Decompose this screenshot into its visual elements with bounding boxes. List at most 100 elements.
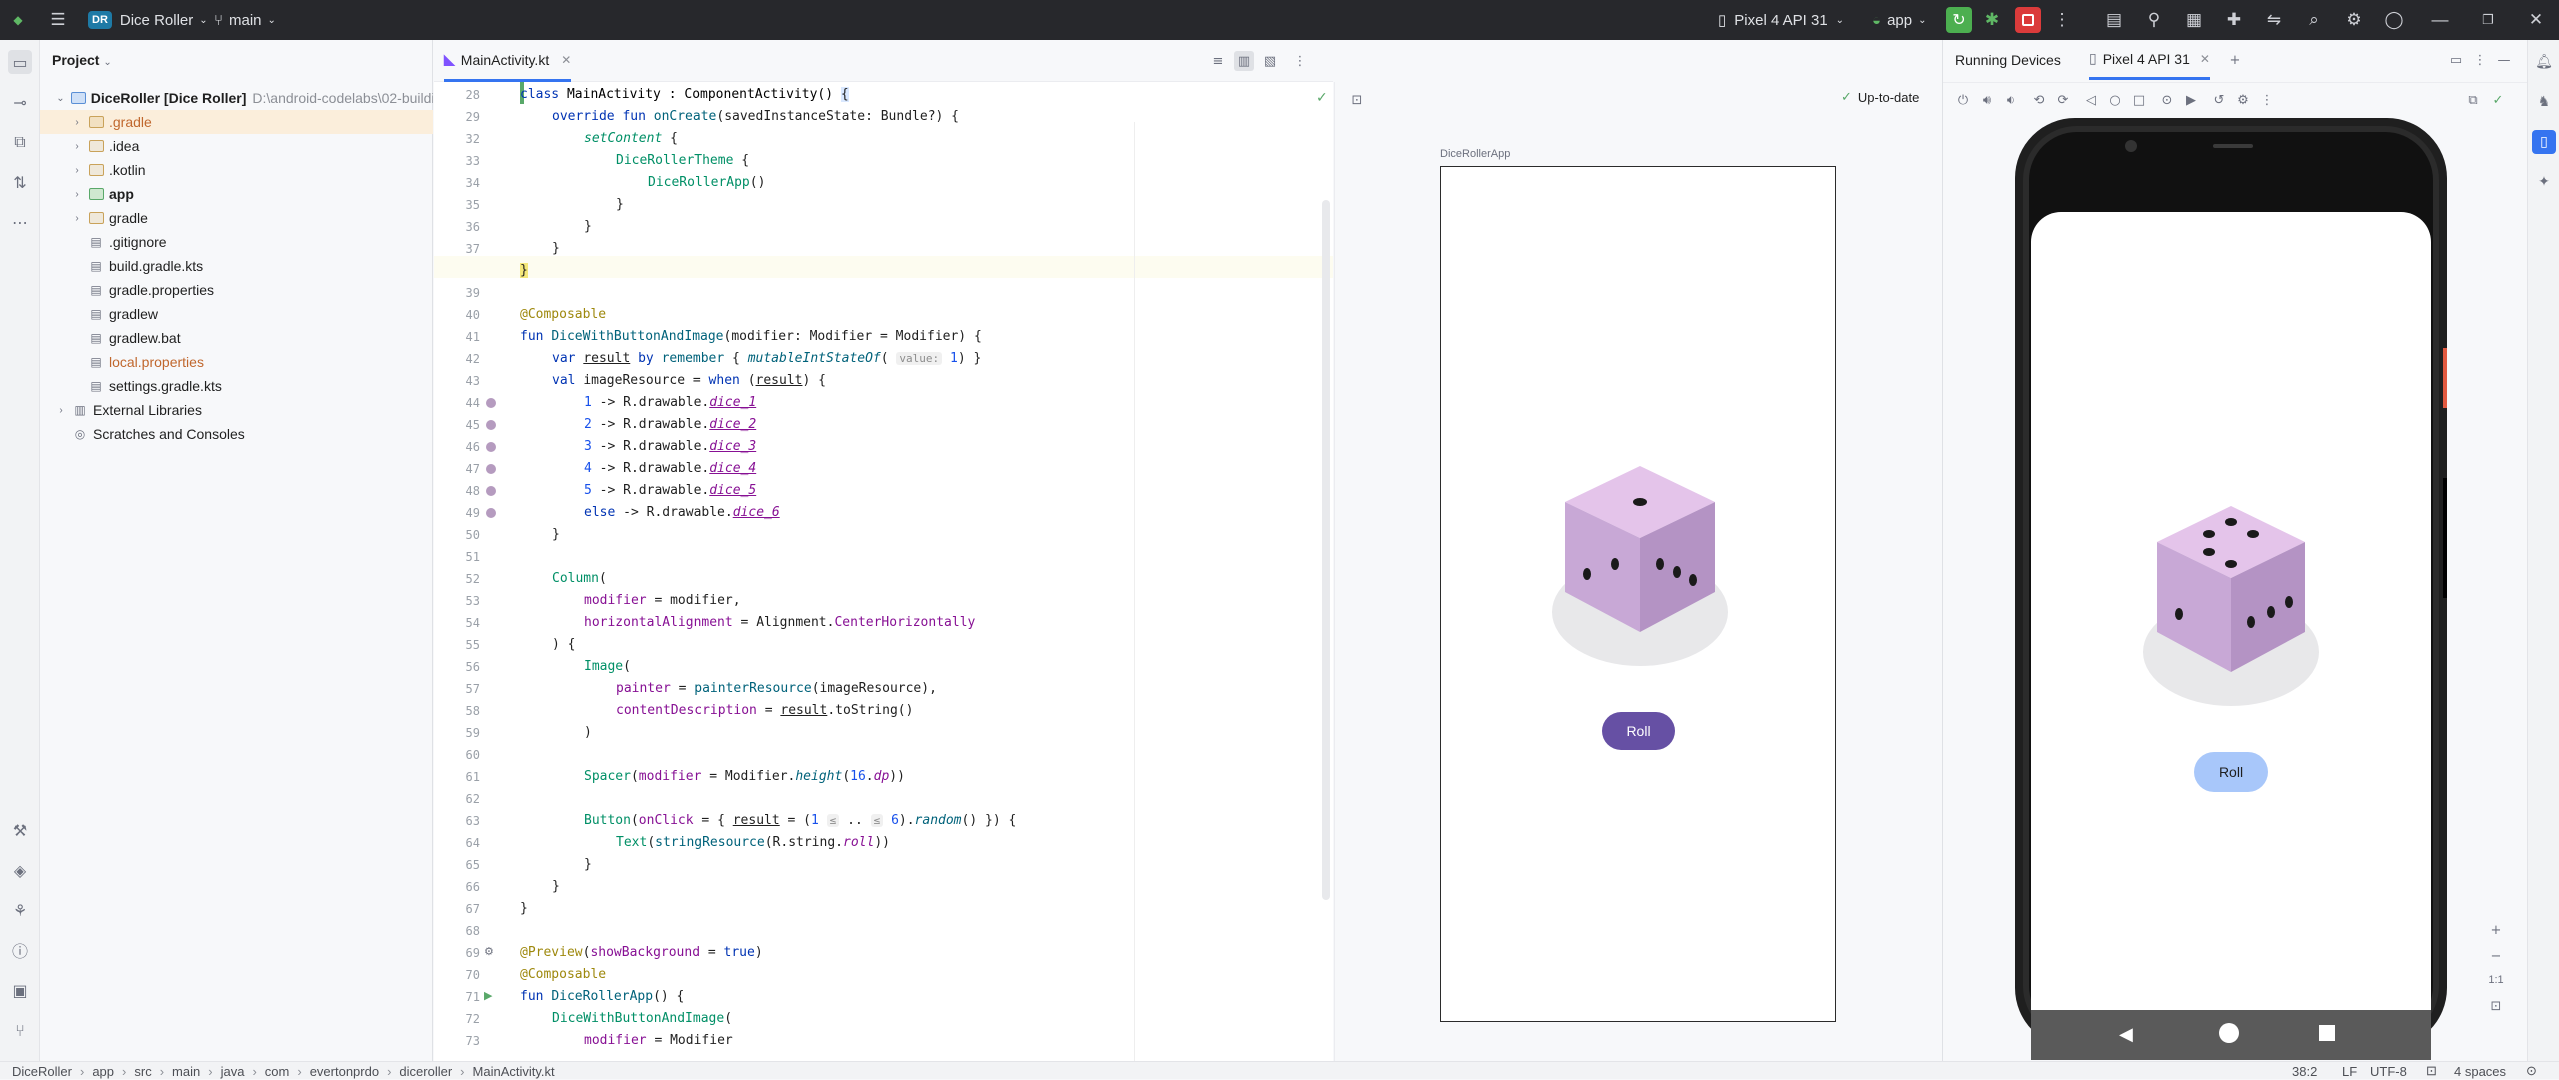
account-icon[interactable]: ◯ [2382,8,2406,32]
hide-panel-icon[interactable]: — [2494,50,2514,70]
drawable-resource-icon[interactable] [486,464,496,474]
more-actions-icon[interactable]: ⋮ [2050,8,2074,32]
caret-position[interactable]: 38:2 [2292,1062,2317,1080]
screen-record-icon[interactable]: ▶ [2181,90,2201,110]
tree-item[interactable]: › .kotlin [40,158,433,182]
expand-arrow-icon[interactable]: › [54,405,68,416]
breadcrumb-item[interactable]: MainActivity.kt [473,1064,555,1079]
running-devices-tool-icon[interactable]: ▯ [2532,130,2556,154]
version-control-icon[interactable]: ⑂ [8,1018,32,1042]
minimize-icon[interactable]: — [2428,8,2452,32]
tab-main-activity[interactable]: ◣ MainActivity.kt ✕ [444,40,572,82]
file-encoding[interactable]: UTF-8 [2370,1062,2407,1080]
debug-button[interactable]: ✱ [1980,8,2004,32]
tree-item[interactable]: ▤ gradle.properties [40,278,433,302]
settings-gear-icon[interactable]: ⚙ [2342,8,2366,32]
device-manager-icon[interactable]: ▤ [2102,8,2126,32]
nav-back-icon[interactable]: ◀ [2119,1024,2133,1045]
breadcrumb-item[interactable]: app [92,1064,114,1079]
preview-frame[interactable]: Roll [1440,166,1836,1022]
app-inspection-icon[interactable]: ⚲ [2142,8,2166,32]
tab-device[interactable]: ▯ Pixel 4 API 31 ✕ [2089,40,2210,80]
volume-up-icon[interactable]: 🔊︎ [1977,90,1997,110]
breadcrumb-item[interactable]: evertonprdo [310,1064,379,1079]
breadcrumb-item[interactable]: src [134,1064,151,1079]
project-tool-icon[interactable]: ▭ [8,50,32,74]
nav-overview-icon[interactable] [2319,1025,2335,1041]
build-icon[interactable]: ⚒ [8,818,32,842]
preview-toolbar-icon[interactable]: ⊡ [1347,90,1367,110]
breadcrumb-item[interactable]: DiceRoller [12,1064,72,1079]
rotate-right-icon[interactable]: ⟳ [2053,90,2073,110]
drawable-resource-icon[interactable] [486,486,496,496]
back-icon[interactable]: ◁ [2081,90,2101,110]
maximize-icon[interactable]: ❐ [2476,8,2500,32]
drawable-resource-icon[interactable] [486,420,496,430]
window-layout-icon[interactable]: ▭ [2446,50,2466,70]
expand-arrow-icon[interactable]: › [70,165,84,176]
volume-down-icon[interactable]: 🔉︎ [2001,90,2021,110]
close-icon[interactable]: ✕ [2524,8,2548,32]
tree-item[interactable]: ▤ gradlew [40,302,433,326]
expand-arrow-icon[interactable]: › [70,213,84,224]
gem-icon[interactable]: ◈ [8,858,32,882]
close-tab-icon[interactable]: ✕ [561,53,571,67]
zoom-in-icon[interactable]: + [2486,920,2506,940]
rotate-left-icon[interactable]: ⟲ [2029,90,2049,110]
tree-item[interactable]: ▤ gradlew.bat [40,326,433,350]
tree-item[interactable]: › ▥ External Libraries [40,398,433,422]
design-view-icon[interactable]: ▧ [1260,51,1280,71]
zoom-fit-icon[interactable]: ⊡ [2486,996,2506,1016]
nav-home-icon[interactable] [2219,1023,2239,1043]
readonly-lock-icon[interactable]: ⊡ [2426,1062,2437,1080]
tree-item[interactable]: › .gradle [40,110,433,134]
project-switcher[interactable]: DR Dice Roller ⌄ [88,0,208,40]
breadcrumb-item[interactable]: com [265,1064,290,1079]
add-device-icon[interactable]: + [2225,50,2245,70]
line-separator[interactable]: LF [2342,1062,2357,1080]
power-icon[interactable]: ⏻ [1953,90,1973,110]
stop-button[interactable] [2015,7,2041,33]
commit-icon[interactable]: ⊸ [8,90,32,114]
snapshot-icon[interactable]: ↺ [2209,90,2229,110]
drawable-resource-icon[interactable] [486,398,496,408]
breadcrumb-item[interactable]: diceroller [399,1064,452,1079]
tree-item[interactable]: › .idea [40,134,433,158]
project-panel-title[interactable]: Project ⌄ [52,52,112,68]
drawable-resource-icon[interactable] [486,442,496,452]
device-screen[interactable]: Roll ◀ [2031,212,2431,1060]
code-area[interactable]: class MainActivity : ComponentActivity()… [520,82,1310,1061]
layout-inspector-icon[interactable]: ▦ [2182,8,2206,32]
app-quality-icon[interactable]: ⚘ [8,898,32,922]
tree-item[interactable]: ▤ local.properties [40,350,433,374]
main-menu-icon[interactable]: ☰ [46,8,70,32]
code-view-icon[interactable]: ≡ [1208,51,1228,71]
device-settings-icon[interactable]: ⚙ [2233,90,2253,110]
editor-options-icon[interactable]: ⋮ [1290,51,1310,71]
more-tools-icon[interactable]: ⋯ [8,210,32,234]
pull-requests-icon[interactable]: ⇅ [8,170,32,194]
overview-icon[interactable]: □ [2129,90,2149,110]
tree-item[interactable]: ▤ settings.gradle.kts [40,374,433,398]
tree-item[interactable]: › gradle [40,206,433,230]
breadcrumb-item[interactable]: java [221,1064,245,1079]
split-view-icon[interactable]: ▥ [1234,51,1254,71]
device-roll-button[interactable]: Roll [2194,752,2268,792]
expand-arrow-icon[interactable]: › [70,117,84,128]
tree-item[interactable]: ▤ .gitignore [40,230,433,254]
close-tab-icon[interactable]: ✕ [2200,52,2210,66]
expand-arrow-icon[interactable]: › [70,189,84,200]
zoom-out-icon[interactable]: − [2486,946,2506,966]
editor-scrollbar[interactable] [1322,200,1330,900]
device-selector[interactable]: ▯ Pixel 4 API 31 ⌄ [1718,0,1844,40]
expand-arrow-icon[interactable]: › [70,141,84,152]
gradle-icon[interactable]: ♞ [2532,90,2556,114]
rerun-button[interactable]: ↻ [1946,7,1972,33]
problems-icon[interactable]: ⓘ [8,938,32,962]
search-icon[interactable]: ⌕ [2302,8,2326,32]
gemini-icon[interactable]: ✦ [2532,170,2556,194]
zoom-actual-size[interactable]: 1:1 [2486,974,2506,986]
breadcrumb-item[interactable]: main [172,1064,200,1079]
structure-icon[interactable]: ⧉ [8,130,32,154]
screenshot-icon[interactable]: ⊙ [2157,90,2177,110]
